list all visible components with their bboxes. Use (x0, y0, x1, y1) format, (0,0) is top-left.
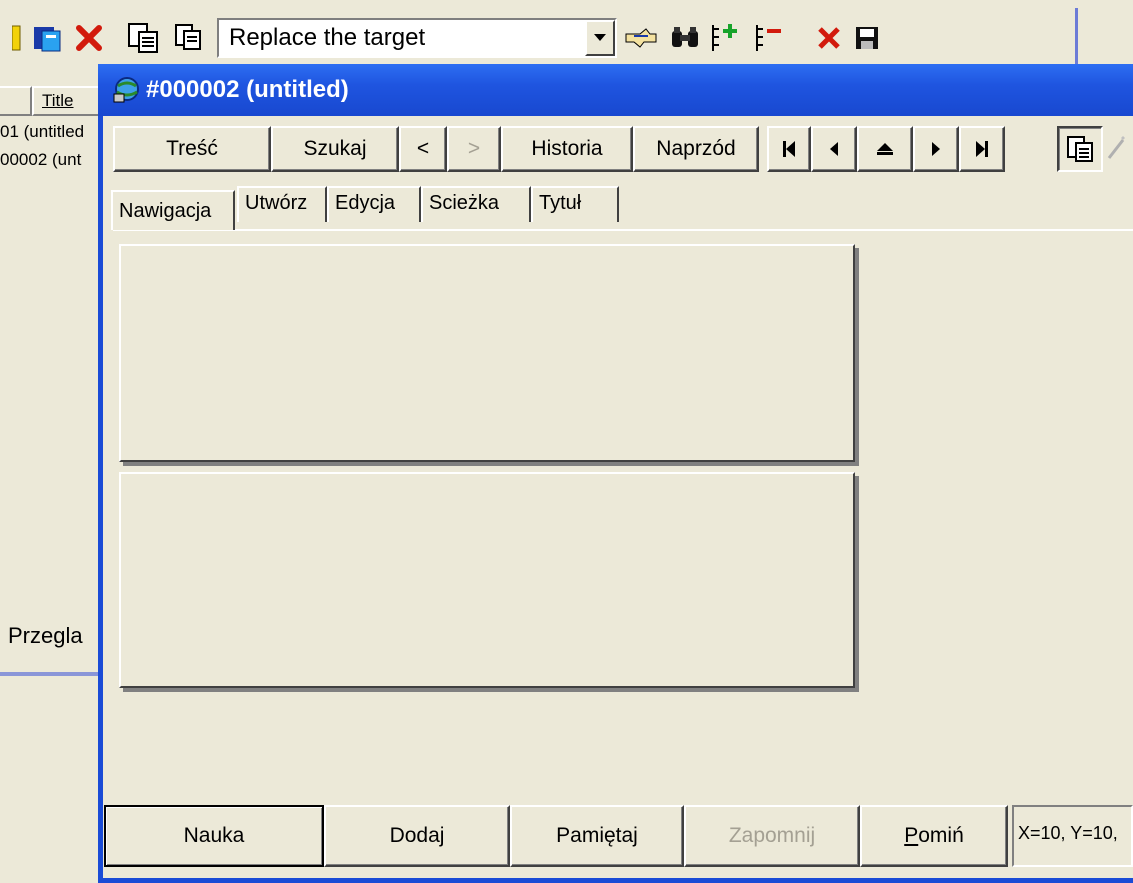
tab-utworz[interactable]: Utwórz (237, 186, 327, 222)
delete-x-icon[interactable] (72, 20, 106, 56)
tab-nawigacja-label: Nawigacja (119, 200, 212, 222)
combo-value: Replace the target (229, 24, 426, 51)
tab-edycja[interactable]: Edycja (327, 186, 421, 222)
last-icon (976, 141, 988, 157)
pamietaj-button[interactable]: Pamiętaj (510, 805, 684, 867)
tresc-button[interactable]: Treść (113, 126, 271, 172)
naprzod-button[interactable]: Naprzód (633, 126, 759, 172)
combo-dropdown-icon[interactable] (585, 20, 615, 56)
dialog-client-area: Treść Szukaj < > Historia Naprzód Nawiga… (103, 116, 1133, 878)
copy-doc-icon[interactable] (126, 20, 160, 56)
nauka-button-label: Nauka (183, 824, 245, 847)
tresc-button-label: Treść (166, 137, 218, 160)
answer-panel[interactable] (119, 472, 855, 688)
magic-wand-icon[interactable] (1107, 136, 1127, 160)
back-button[interactable]: < (399, 126, 447, 172)
add-item-icon[interactable] (708, 20, 742, 56)
red-x-icon[interactable] (812, 20, 846, 56)
list-item[interactable]: 00002 (unt (0, 150, 81, 170)
dialog-title: #000002 (untitled) (146, 76, 349, 103)
list-header-title-label: Title (42, 91, 74, 110)
szukaj-button[interactable]: Szukaj (271, 126, 399, 172)
element-dialog-window: #000002 (untitled) Treść Szukaj < > Hist… (98, 64, 1133, 883)
link-hand-icon[interactable] (624, 20, 658, 56)
binoculars-icon[interactable] (668, 20, 702, 56)
nauka-button[interactable]: Nauka (104, 805, 324, 867)
question-panel[interactable] (119, 244, 855, 462)
remove-item-icon[interactable] (752, 20, 786, 56)
tab-sciezka-label: Scieżka (429, 192, 500, 214)
pamietaj-button-label: Pamiętaj (556, 824, 638, 847)
list-header-title[interactable]: Title (32, 86, 102, 116)
szukaj-button-label: Szukaj (303, 137, 367, 160)
tab-tytul[interactable]: Tytuł (531, 186, 619, 222)
zapomnij-button-label: Zapomnij (728, 824, 816, 847)
browse-label[interactable]: Przegla (8, 623, 83, 649)
prev-icon (830, 142, 838, 156)
tab-utworz-label: Utwórz (245, 192, 308, 214)
tab-tytul-label: Tytuł (539, 192, 582, 214)
replace-combo-box[interactable]: Replace the target (217, 18, 617, 58)
element-list (0, 116, 100, 611)
up-button[interactable] (857, 126, 913, 172)
list-header-blank[interactable] (0, 86, 32, 116)
first-button[interactable] (767, 126, 811, 172)
forward-button[interactable]: > (447, 126, 501, 172)
copy-mode-button[interactable] (1057, 126, 1103, 172)
yellow-bar-icon[interactable] (0, 20, 34, 56)
book-icon[interactable] (30, 20, 64, 56)
tab-nawigacja[interactable]: Nawigacja (111, 190, 235, 230)
dialog-titlebar[interactable]: #000002 (untitled) (98, 64, 1133, 116)
up-icon (877, 143, 893, 155)
first-icon (783, 141, 795, 157)
historia-button[interactable]: Historia (501, 126, 633, 172)
back-button-label: < (416, 137, 430, 160)
zapomnij-button[interactable]: Zapomnij (684, 805, 860, 867)
globe-icon (112, 74, 142, 104)
tab-sciezka[interactable]: Scieżka (421, 186, 531, 222)
forward-button-label: > (467, 137, 481, 160)
save-floppy-icon[interactable] (850, 20, 884, 56)
dodaj-button-label: Dodaj (389, 824, 445, 847)
status-coordinates: X=10, Y=10, (1012, 805, 1133, 867)
prev-button[interactable] (811, 126, 857, 172)
pomin-button[interactable]: Pomiń (860, 805, 1008, 867)
toolbar-separator (1075, 8, 1078, 68)
paste-doc-icon[interactable] (172, 20, 206, 56)
pane-divider (0, 672, 100, 676)
tab-strip-line (113, 229, 1133, 231)
dodaj-button[interactable]: Dodaj (324, 805, 510, 867)
list-item[interactable]: 01 (untitled (0, 122, 84, 142)
next-button[interactable] (913, 126, 959, 172)
pomin-button-label: Pomiń (904, 824, 964, 847)
next-icon (932, 142, 940, 156)
tab-edycja-label: Edycja (335, 192, 396, 214)
copy-doc-icon (1067, 136, 1093, 162)
historia-button-label: Historia (531, 137, 603, 160)
naprzod-button-label: Naprzód (656, 137, 736, 160)
last-button[interactable] (959, 126, 1005, 172)
